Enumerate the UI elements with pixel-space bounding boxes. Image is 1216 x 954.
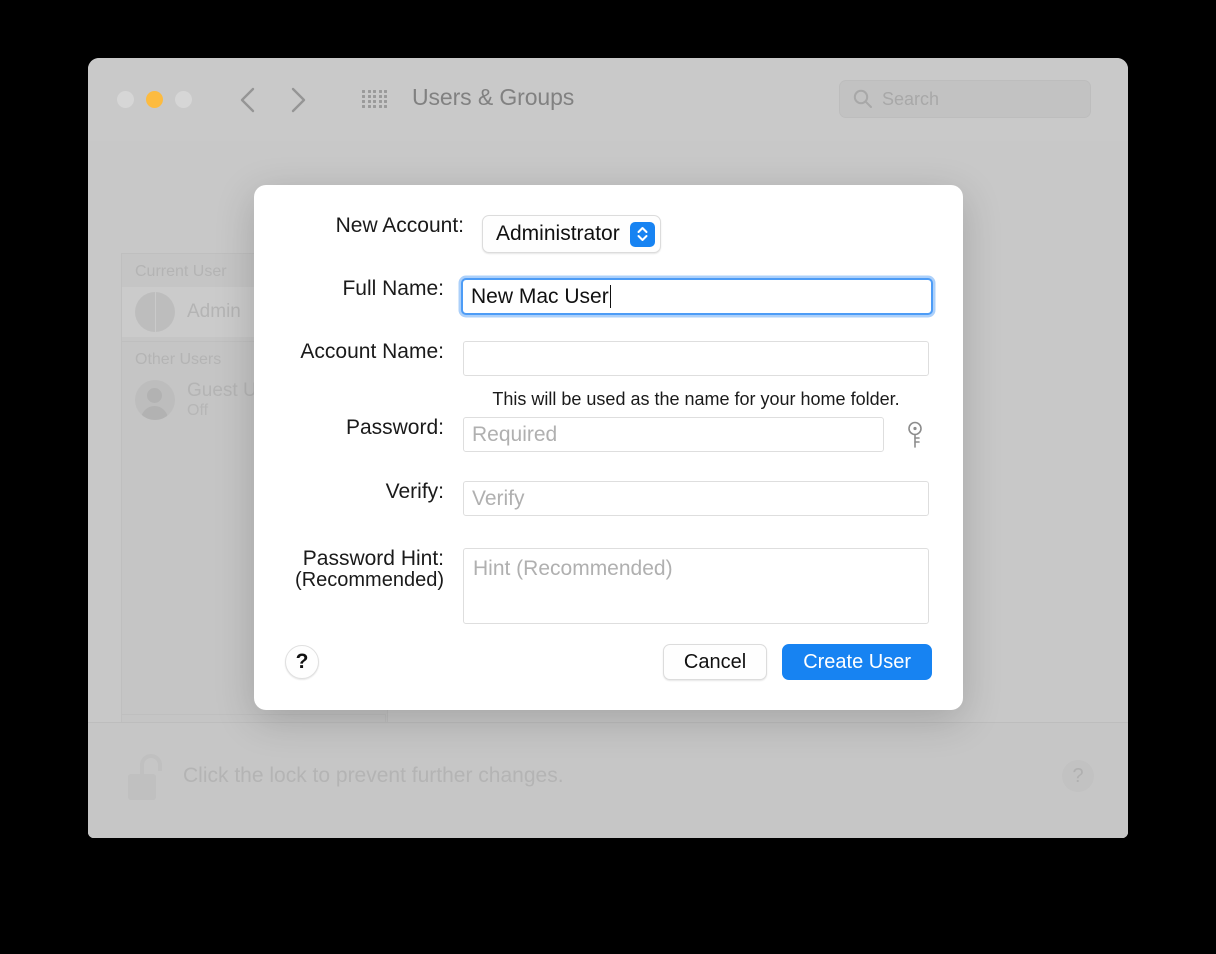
password-hint-label-main: Password Hint: <box>302 547 444 570</box>
grid-dot <box>384 100 387 104</box>
window-toolbar: Users & Groups Search <box>88 58 1128 142</box>
account-name-row: Account Name: This will be used as the n… <box>254 340 963 410</box>
new-account-popup-button[interactable]: Administrator <box>482 215 661 253</box>
password-hint-label-sub: (Recommended) <box>295 569 444 592</box>
password-placeholder: Required <box>472 422 558 446</box>
traffic-lights <box>117 91 192 108</box>
text-caret <box>609 285 612 308</box>
search-placeholder: Search <box>882 88 940 109</box>
chevron-up-down-icon <box>629 221 655 247</box>
grid-dot <box>362 100 365 104</box>
grid-dot <box>384 95 387 99</box>
account-name-help-text: This will be used as the name for your h… <box>492 389 900 409</box>
grid-dot <box>378 105 382 109</box>
grid-dot <box>378 100 382 104</box>
grid-dot <box>362 105 365 109</box>
admin-avatar <box>135 292 175 332</box>
show-all-grid-button[interactable] <box>362 90 388 109</box>
new-account-row: New Account: Administrator <box>254 214 963 253</box>
unlocked-padlock-icon[interactable] <box>126 751 172 803</box>
verify-placeholder: Verify <box>472 486 525 510</box>
person-body-shape <box>141 406 168 420</box>
search-icon <box>853 89 872 108</box>
cancel-button[interactable]: Cancel <box>662 644 768 680</box>
navigation-arrows <box>238 85 308 115</box>
grid-dot <box>373 95 376 99</box>
sidebar-item-label: Admin <box>187 301 241 323</box>
lock-bar: Click the lock to prevent further change… <box>88 722 1128 838</box>
verify-row: Verify: Verify <box>254 480 963 516</box>
full-name-value: New Mac User <box>471 284 609 308</box>
chevron-right-icon <box>291 87 306 113</box>
lock-bar-text: Click the lock to prevent further change… <box>183 764 564 787</box>
create-user-button[interactable]: Create User <box>782 644 932 680</box>
back-button[interactable] <box>238 85 258 115</box>
grid-dot <box>373 100 376 104</box>
key-icon[interactable] <box>902 420 928 450</box>
chevron-left-icon <box>240 87 255 113</box>
forward-button[interactable] <box>288 85 308 115</box>
password-hint-textarea[interactable]: Hint (Recommended) <box>463 548 929 624</box>
dialog-help-button[interactable]: ? <box>285 645 319 679</box>
password-hint-placeholder: Hint (Recommended) <box>473 557 673 580</box>
sidebar-item-guest-text: Guest U Off <box>187 380 257 420</box>
grid-dot <box>367 105 371 109</box>
page-title: Users & Groups <box>412 84 575 110</box>
zoom-window-button[interactable] <box>175 91 192 108</box>
grid-dot <box>384 90 387 93</box>
new-user-dialog: New Account: Administrator Full Name: Ne… <box>254 185 963 710</box>
guest-avatar <box>135 380 175 420</box>
full-name-row: Full Name: New Mac User <box>254 277 963 315</box>
grid-dot <box>373 105 376 109</box>
grid-dot <box>362 90 365 93</box>
password-input[interactable]: Required <box>463 417 884 452</box>
password-hint-row: Password Hint: (Recommended) Hint (Recom… <box>254 547 963 624</box>
grid-dot <box>367 100 371 104</box>
verify-label: Verify: <box>385 480 444 503</box>
password-hint-label: Password Hint: (Recommended) <box>254 547 444 592</box>
sidebar-item-label: Guest U <box>187 380 257 402</box>
password-label: Password: <box>345 416 444 439</box>
grid-dot <box>367 95 371 99</box>
dialog-button-bar: Cancel Create User <box>662 644 932 680</box>
full-name-label: Full Name: <box>342 277 444 300</box>
sidebar-item-status: Off <box>187 401 209 419</box>
full-name-input[interactable]: New Mac User <box>461 278 933 315</box>
search-input[interactable]: Search <box>839 80 1091 118</box>
grid-dot <box>378 90 382 93</box>
grid-dot <box>378 95 382 99</box>
account-name-input[interactable] <box>463 341 929 376</box>
help-button[interactable]: ? <box>1062 760 1094 792</box>
grid-dot <box>373 90 376 93</box>
verify-input[interactable]: Verify <box>463 481 929 516</box>
grid-dot <box>384 105 387 109</box>
new-account-value: Administrator <box>496 222 620 245</box>
person-head-shape <box>147 388 162 403</box>
new-account-label: New Account: <box>335 214 464 237</box>
close-window-button[interactable] <box>117 91 134 108</box>
grid-dot <box>367 90 371 93</box>
minimize-window-button[interactable] <box>146 91 163 108</box>
password-row: Password: Required <box>254 416 963 452</box>
grid-dot <box>362 95 365 99</box>
account-name-label: Account Name: <box>300 340 444 363</box>
